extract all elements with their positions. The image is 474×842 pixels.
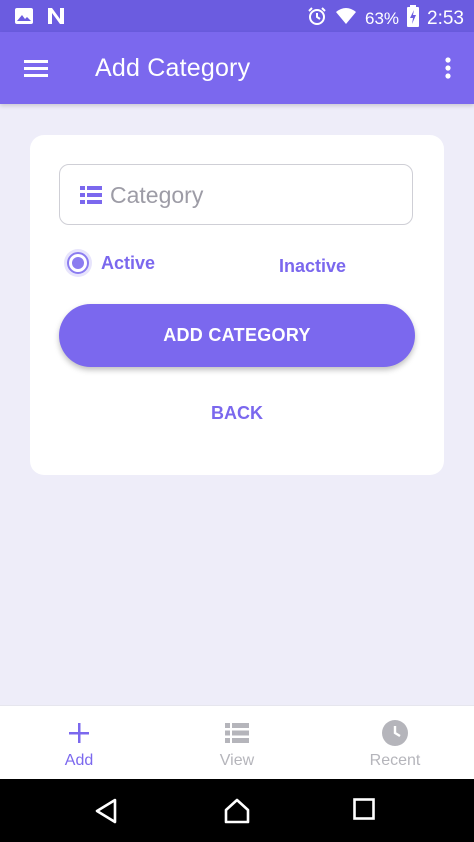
n-icon xyxy=(46,6,66,31)
radio-inactive[interactable]: Inactive xyxy=(279,256,346,277)
nav-item-recent[interactable]: Recent xyxy=(316,706,474,780)
clock-icon xyxy=(381,719,409,747)
hamburger-menu-icon[interactable] xyxy=(22,54,50,82)
overflow-menu-icon[interactable] xyxy=(440,54,456,82)
bottom-nav: Add View Recent xyxy=(0,705,474,780)
status-bar: 63% 2:53 xyxy=(0,0,474,32)
nav-item-view[interactable]: View xyxy=(158,706,316,780)
home-icon[interactable] xyxy=(224,798,250,829)
image-icon xyxy=(14,7,34,30)
list-icon xyxy=(225,719,249,747)
back-triangle-icon[interactable] xyxy=(94,798,118,829)
nav-label-view: View xyxy=(219,752,255,769)
system-nav-bar xyxy=(0,779,474,842)
recents-square-icon[interactable] xyxy=(353,798,375,825)
radio-active[interactable]: Active xyxy=(67,252,155,274)
plus-icon xyxy=(68,719,90,747)
nav-item-add[interactable]: Add xyxy=(0,706,158,780)
back-button[interactable]: BACK xyxy=(30,403,444,424)
wifi-icon xyxy=(335,7,357,30)
add-category-card: Active Inactive ADD CATEGORY BACK xyxy=(30,135,444,475)
category-input[interactable] xyxy=(108,175,402,215)
battery-percent: 63% xyxy=(364,8,400,28)
alarm-icon xyxy=(307,6,327,31)
page-title: Add Category xyxy=(95,54,251,82)
nav-label-recent: Recent xyxy=(369,752,421,769)
clock-time: 2:53 xyxy=(427,7,464,29)
app-bar: Add Category xyxy=(0,32,474,104)
nav-label-add: Add xyxy=(64,752,94,769)
category-field[interactable] xyxy=(59,164,413,225)
list-icon xyxy=(80,186,102,209)
radio-active-label: Active xyxy=(101,252,156,273)
add-category-button[interactable]: ADD CATEGORY xyxy=(59,304,415,367)
radio-selected-icon xyxy=(67,252,89,274)
battery-charging-icon xyxy=(407,5,420,32)
